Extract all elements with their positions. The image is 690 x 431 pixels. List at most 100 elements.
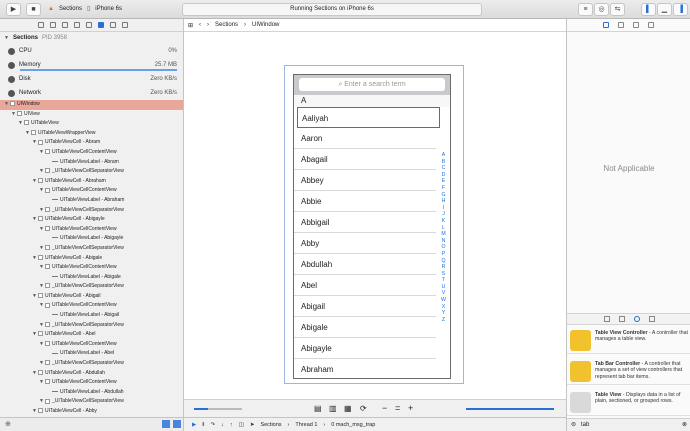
table-row[interactable]: Abraham bbox=[294, 359, 436, 378]
size-inspector-icon[interactable] bbox=[648, 22, 654, 28]
tree-row[interactable]: ▼ UIWindow bbox=[0, 100, 183, 110]
tree-row[interactable]: ▼ UITableViewCell - Abigale bbox=[0, 254, 183, 264]
table-row[interactable]: Aaron bbox=[294, 128, 436, 149]
index-letter[interactable]: M bbox=[440, 231, 447, 238]
view-debugger-canvas[interactable]: ⌕ Enter a search term A Aaliyah Aaron Abag… bbox=[284, 65, 464, 384]
assistant-editor-button[interactable]: ◎ bbox=[594, 3, 609, 16]
view-debugger-icon[interactable]: ◫ bbox=[239, 422, 244, 428]
collapse-triangle-icon[interactable]: ▼ bbox=[4, 35, 9, 41]
tree-row[interactable]: ▼ UIView bbox=[0, 110, 183, 120]
zoom-reset-icon[interactable]: = bbox=[395, 403, 400, 413]
object-inspector-icon[interactable] bbox=[633, 22, 639, 28]
library-item[interactable]: Table View - Displays data in a list of … bbox=[567, 389, 690, 416]
tree-row[interactable]: ▼ UITableViewCell - Abel bbox=[0, 330, 183, 340]
table-row[interactable]: Abbie bbox=[294, 191, 436, 212]
code-snippet-icon[interactable] bbox=[618, 316, 625, 322]
index-letter[interactable]: U bbox=[440, 284, 447, 291]
standard-editor-button[interactable]: ≡ bbox=[578, 3, 593, 16]
quick-help-icon[interactable] bbox=[618, 22, 624, 28]
clear-icon[interactable]: ⊗ bbox=[682, 421, 687, 428]
index-letter[interactable]: O bbox=[440, 244, 447, 251]
index-letter[interactable]: N bbox=[440, 238, 447, 245]
index-letter[interactable]: S bbox=[440, 271, 447, 278]
navigator-toggle-button[interactable]: ▌ bbox=[641, 3, 656, 16]
report-navigator-icon[interactable] bbox=[122, 22, 128, 28]
media-library-icon[interactable] bbox=[648, 316, 655, 322]
index-letter[interactable]: K bbox=[440, 218, 447, 225]
tree-row[interactable]: ▼ _UITableViewCellSeparatorView bbox=[0, 321, 183, 331]
tree-row[interactable]: UITableViewLabel - Abigale bbox=[0, 273, 183, 283]
disk-gauge[interactable]: Disk Zero KB/s bbox=[0, 72, 183, 86]
tree-row[interactable]: UITableViewLabel - Abdullah bbox=[0, 388, 183, 398]
breakpoint-navigator-icon[interactable] bbox=[110, 22, 116, 28]
index-letter[interactable]: R bbox=[440, 264, 447, 271]
table-row[interactable]: Aaliyah bbox=[297, 107, 440, 128]
step-into-icon[interactable]: ↓ bbox=[221, 422, 224, 428]
version-editor-button[interactable]: ⇆ bbox=[610, 3, 625, 16]
index-letter[interactable]: Q bbox=[440, 258, 447, 265]
scheme-selector[interactable]: ▲ Sections ▯ iPhone 6s bbox=[48, 4, 122, 15]
wireframe-icon[interactable]: ▦ bbox=[344, 404, 352, 413]
process-row[interactable]: ▼ Sections PID 3958 bbox=[0, 32, 183, 44]
tree-row[interactable]: ▼ UITableViewCellContentView bbox=[0, 301, 183, 311]
file-inspector-icon[interactable] bbox=[603, 22, 609, 28]
location-icon[interactable]: ➤ bbox=[250, 422, 255, 428]
index-letter[interactable]: P bbox=[440, 251, 447, 258]
index-letter[interactable]: C bbox=[440, 165, 447, 172]
library-item[interactable]: Tab Bar Controller - A controller that m… bbox=[567, 358, 690, 385]
tree-row[interactable]: UITableViewLabel - Abraham bbox=[0, 196, 183, 206]
tree-row[interactable]: ▼ UITableViewCellContentView bbox=[0, 378, 183, 388]
zoom-out-icon[interactable]: − bbox=[382, 403, 387, 413]
tree-row[interactable]: ▼ UITableViewCellContentView bbox=[0, 340, 183, 350]
table-row[interactable]: Abigail bbox=[294, 296, 436, 317]
debug-area-toggle-button[interactable]: ▁ bbox=[657, 3, 672, 16]
step-over-icon[interactable]: ↷ bbox=[211, 422, 216, 428]
table-row[interactable]: Abigale bbox=[294, 317, 436, 338]
tree-row[interactable]: ▼ UITableViewCellContentView bbox=[0, 263, 183, 273]
tree-row[interactable]: ▼ _UITableViewCellSeparatorView bbox=[0, 244, 183, 254]
tree-row[interactable]: UITableViewLabel - Abram bbox=[0, 158, 183, 168]
layout-icon[interactable]: ▤ bbox=[314, 404, 322, 413]
pause-icon[interactable]: ‖ bbox=[202, 422, 204, 428]
table-row[interactable]: Abdullah bbox=[294, 254, 436, 275]
utilities-toggle-button[interactable]: ▐ bbox=[673, 3, 688, 16]
memory-gauge[interactable]: Memory 25.7 MB bbox=[0, 58, 183, 72]
library-item[interactable]: Table View Controller - A controller tha… bbox=[567, 327, 690, 354]
forward-arrow-icon[interactable]: › bbox=[207, 22, 209, 28]
index-letter[interactable]: A bbox=[440, 152, 447, 159]
debug-navigator-icon[interactable] bbox=[98, 22, 104, 28]
related-items-icon[interactable]: ⊞ bbox=[188, 22, 193, 29]
table-row[interactable]: Abagail bbox=[294, 149, 436, 170]
tree-row[interactable]: ▼ UITableViewCell - Abraham bbox=[0, 177, 183, 187]
tree-row[interactable]: ▼ UITableViewCell - Abram bbox=[0, 138, 183, 148]
section-index[interactable]: ABCDEFGHIJKLMNOPQRSTUVWXYZ bbox=[440, 152, 447, 323]
symbol-navigator-icon[interactable] bbox=[50, 22, 56, 28]
index-letter[interactable]: T bbox=[440, 277, 447, 284]
tree-row[interactable]: UITableViewLabel - Abigail bbox=[0, 311, 183, 321]
tree-row[interactable]: ▼ UITableViewCell - Abigail bbox=[0, 292, 183, 302]
find-navigator-icon[interactable] bbox=[62, 22, 68, 28]
index-letter[interactable]: G bbox=[440, 192, 447, 199]
table-row[interactable]: Abbey bbox=[294, 170, 436, 191]
breakpoints-icon[interactable]: ▶ bbox=[192, 422, 196, 428]
tree-row[interactable]: ▼ UITableViewCell - Abigayle bbox=[0, 215, 183, 225]
status-target[interactable]: Sections bbox=[260, 422, 281, 428]
tree-row[interactable]: ▼ UITableViewCell - Abdullah bbox=[0, 369, 183, 379]
index-letter[interactable]: Z bbox=[440, 317, 447, 324]
add-icon[interactable]: ⊕ bbox=[5, 420, 11, 428]
tree-row[interactable]: UITableViewLabel - Abel bbox=[0, 349, 183, 359]
jump-item-project[interactable]: Sections bbox=[215, 22, 238, 28]
tree-row[interactable]: ▼ UITableViewCellContentView bbox=[0, 148, 183, 158]
test-navigator-icon[interactable] bbox=[86, 22, 92, 28]
zoom-in-icon[interactable]: + bbox=[408, 403, 413, 413]
back-arrow-icon[interactable]: ‹ bbox=[199, 22, 201, 28]
status-frame[interactable]: 0 mach_msg_trap bbox=[331, 422, 375, 428]
index-letter[interactable]: J bbox=[440, 211, 447, 218]
index-letter[interactable]: B bbox=[440, 159, 447, 166]
jump-item-window[interactable]: UIWindow bbox=[252, 22, 279, 28]
tree-row[interactable]: ▼ UITableViewWrapperView bbox=[0, 129, 183, 139]
tree-row[interactable]: ▼ UITableViewCellContentView bbox=[0, 225, 183, 235]
index-letter[interactable]: X bbox=[440, 304, 447, 311]
index-letter[interactable]: F bbox=[440, 185, 447, 192]
object-library-icon[interactable] bbox=[633, 316, 640, 322]
